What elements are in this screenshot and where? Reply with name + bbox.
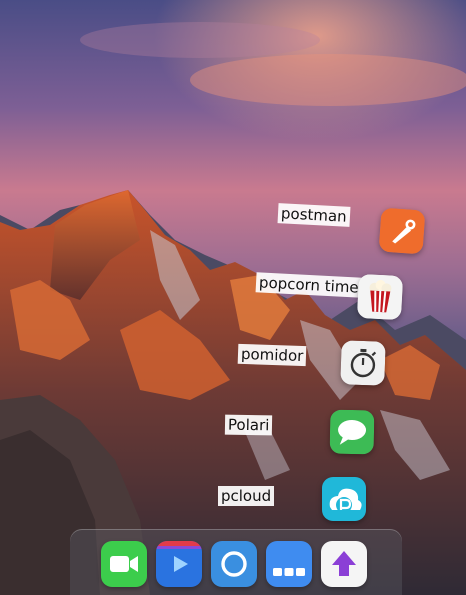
pomidor-timer-icon[interactable] xyxy=(340,340,386,386)
upload-arrow-icon[interactable] xyxy=(321,541,367,587)
app-label: pomidor xyxy=(237,343,307,367)
app-label: pcloud xyxy=(218,486,275,506)
circle-browser-icon[interactable] xyxy=(211,541,257,587)
dock xyxy=(70,529,402,595)
postman-icon[interactable] xyxy=(378,207,426,255)
app-label: Polari xyxy=(224,414,273,436)
app-label: postman xyxy=(277,203,351,227)
polari-chat-icon[interactable] xyxy=(329,409,375,455)
popcorn-time-icon[interactable] xyxy=(356,273,404,321)
media-player-icon[interactable] xyxy=(156,541,202,587)
facetime-icon[interactable] xyxy=(101,541,147,587)
pcloud-icon[interactable] xyxy=(322,477,366,521)
workspace-switcher-icon[interactable] xyxy=(266,541,312,587)
